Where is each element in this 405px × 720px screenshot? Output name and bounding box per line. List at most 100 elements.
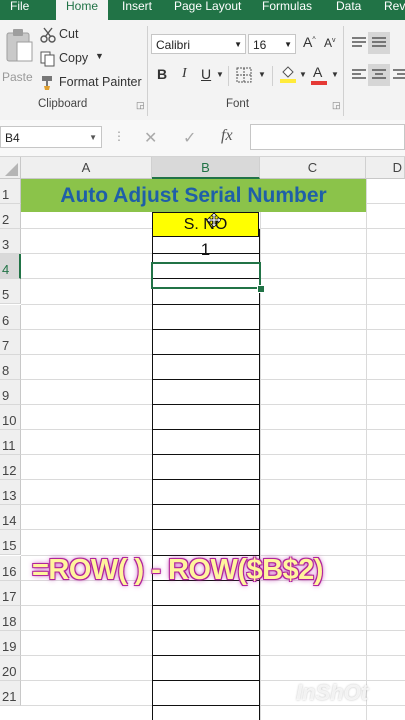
column-header-c[interactable]: C: [260, 157, 366, 179]
font-group-label: Font: [226, 98, 250, 110]
chevron-down-icon[interactable]: ▼: [299, 70, 307, 79]
row-header-19[interactable]: 19: [0, 630, 21, 656]
row-header-2[interactable]: 2: [0, 204, 21, 230]
row-header-1[interactable]: 1: [0, 179, 21, 205]
tab-review[interactable]: Rev: [384, 0, 405, 20]
worksheet[interactable]: A B C D 1 2 3 4 5 6 7 8 9 10 11 12 13 14 15 16 17 18 19 20 2…: [0, 157, 405, 720]
row-header-16[interactable]: 16: [0, 555, 21, 581]
header-cell-sno[interactable]: S. NO: [152, 212, 259, 237]
cell-border: [152, 680, 260, 681]
format-painter-button[interactable]: Format Painter: [40, 74, 145, 92]
ribbon-tab-strip: File Home Insert Page Layout Formulas Da…: [0, 0, 405, 20]
copy-button[interactable]: Copy ▼: [40, 50, 130, 68]
select-all-corner[interactable]: [0, 157, 21, 179]
row-header-21[interactable]: 21: [0, 681, 21, 707]
row-header-20[interactable]: 20: [0, 655, 21, 681]
column-header-d[interactable]: D: [366, 157, 405, 179]
chevron-down-icon[interactable]: ▼: [95, 51, 104, 61]
paste-label: Paste: [2, 70, 33, 84]
font-family-select[interactable]: Calibri ▼: [151, 34, 246, 54]
cell-border: [152, 529, 260, 531]
bold-button[interactable]: B: [157, 66, 167, 82]
chevron-down-icon: ▼: [284, 40, 292, 49]
align-middle-button[interactable]: [368, 32, 390, 54]
select-all-triangle-icon: [5, 163, 18, 176]
cancel-button[interactable]: ✕: [144, 128, 157, 148]
fill-handle[interactable]: [257, 285, 265, 293]
tab-data[interactable]: Data: [336, 0, 361, 20]
row-header-18[interactable]: 18: [0, 605, 21, 631]
dialog-launcher-icon[interactable]: ◲: [332, 100, 341, 111]
insert-function-button[interactable]: fx: [221, 127, 233, 145]
tab-formulas[interactable]: Formulas: [262, 0, 312, 20]
align-right-icon[interactable]: [393, 68, 405, 82]
chevron-down-icon[interactable]: ▼: [331, 70, 339, 79]
chevron-down-icon[interactable]: ▼: [216, 70, 224, 79]
column-header-b[interactable]: B: [152, 157, 260, 179]
title-cell[interactable]: Auto Adjust Serial Number: [21, 179, 366, 212]
row-header-10[interactable]: 10: [0, 404, 21, 430]
cell-border: [152, 328, 260, 330]
chevron-down-icon: ▼: [234, 40, 242, 49]
format-painter-label: Format Painter: [59, 75, 142, 89]
align-top-icon[interactable]: [351, 36, 367, 50]
tab-insert[interactable]: Insert: [122, 0, 152, 20]
move-cursor-icon: [207, 213, 221, 227]
row-header-6[interactable]: 6: [0, 304, 21, 330]
name-box[interactable]: B4 ▼: [0, 126, 102, 148]
cut-button[interactable]: Cut: [40, 26, 120, 44]
align-middle-icon: [372, 37, 386, 47]
scissors-icon: [40, 27, 56, 43]
formula-input[interactable]: [250, 124, 405, 150]
borders-icon[interactable]: [236, 67, 252, 83]
row-header-5[interactable]: 5: [0, 279, 21, 305]
tab-file[interactable]: File: [10, 0, 29, 20]
font-size-select[interactable]: 16 ▼: [248, 34, 296, 54]
cell-border: [152, 705, 260, 707]
paintbrush-icon: [42, 76, 52, 90]
align-center-button[interactable]: [368, 64, 390, 86]
row-header-7[interactable]: 7: [0, 329, 21, 355]
group-separator: [147, 26, 148, 116]
fill-color-icon[interactable]: [279, 65, 297, 83]
cell-border: [152, 479, 260, 481]
italic-button[interactable]: I: [182, 66, 187, 82]
shrink-font-button[interactable]: Av: [324, 36, 336, 50]
dialog-launcher-icon[interactable]: ◲: [136, 100, 145, 111]
row-header-8[interactable]: 8: [0, 354, 21, 380]
title-text: Auto Adjust Serial Number: [60, 183, 327, 207]
font-color-button[interactable]: A: [311, 64, 327, 85]
cell-border: [152, 429, 260, 430]
row-header-13[interactable]: 13: [0, 480, 21, 506]
paste-button[interactable]: Paste: [2, 26, 34, 90]
row-header-12[interactable]: 12: [0, 455, 21, 481]
cell-border: [152, 303, 260, 305]
row-header-17[interactable]: 17: [0, 580, 21, 606]
align-center-icon: [372, 69, 386, 79]
row-header-15[interactable]: 15: [0, 530, 21, 556]
grow-font-button[interactable]: A^: [303, 34, 316, 50]
cell-b3[interactable]: 1: [152, 237, 259, 262]
column-header-a[interactable]: A: [21, 157, 152, 179]
font-color-letter: A: [313, 64, 323, 80]
row-header-3[interactable]: 3: [0, 229, 21, 255]
tab-home[interactable]: Home: [56, 0, 108, 20]
vertical-dots-icon: ⋮: [113, 129, 125, 143]
align-left-icon[interactable]: [351, 68, 367, 82]
row-header-11[interactable]: 11: [0, 430, 21, 456]
name-box-value: B4: [5, 131, 20, 145]
cell-border: [152, 378, 260, 380]
chevron-down-icon[interactable]: ▼: [258, 70, 266, 79]
tab-page-layout[interactable]: Page Layout: [174, 0, 241, 20]
row-header-4[interactable]: 4: [0, 254, 21, 280]
font-color-swatch: [311, 81, 327, 85]
column-gridline: [366, 179, 367, 720]
enter-button[interactable]: ✓: [183, 128, 196, 148]
ribbon-home: Paste Cut Copy ▼ Format Painter Clipboar…: [0, 20, 405, 121]
underline-button[interactable]: U: [201, 66, 211, 82]
row-header-9[interactable]: 9: [0, 379, 21, 405]
row-header-14[interactable]: 14: [0, 505, 21, 531]
cell-border: [152, 654, 260, 656]
active-cell-b4[interactable]: [151, 262, 261, 289]
font-family-value: Calibri: [156, 38, 191, 52]
